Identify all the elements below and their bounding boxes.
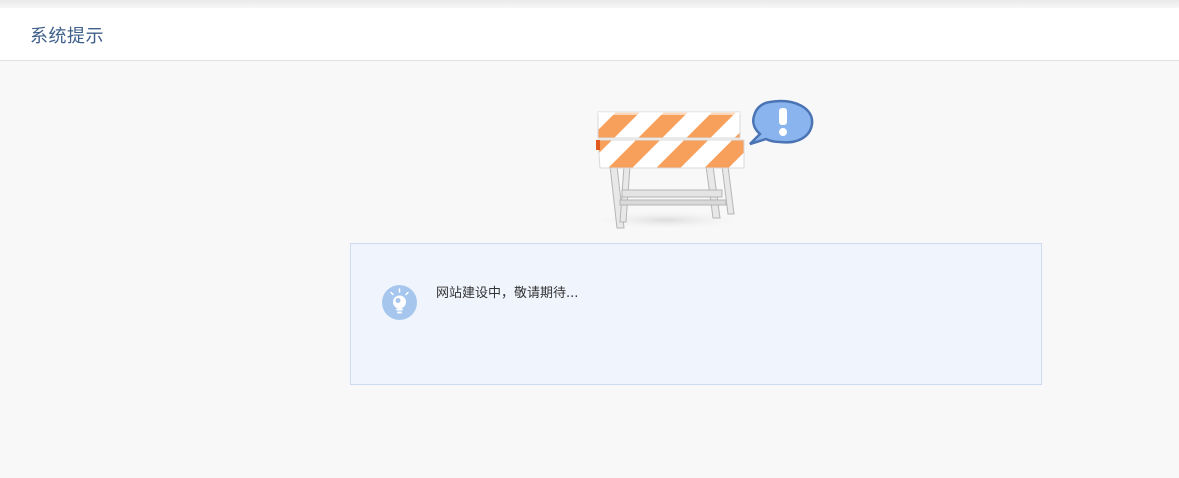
barrier-lower-board	[596, 139, 745, 169]
lightbulb-icon	[382, 285, 417, 320]
barrier-top-board	[597, 111, 741, 139]
notice-box: 网站建设中，敬请期待...	[350, 243, 1042, 385]
exclamation-bubble-icon	[749, 99, 814, 146]
page-header: 系统提示	[0, 8, 1179, 61]
page-title: 系统提示	[30, 26, 104, 47]
notice-message: 网站建设中，敬请期待...	[436, 286, 579, 301]
top-shadow-bar	[0, 0, 1179, 8]
road-barrier-illustration	[586, 99, 814, 230]
